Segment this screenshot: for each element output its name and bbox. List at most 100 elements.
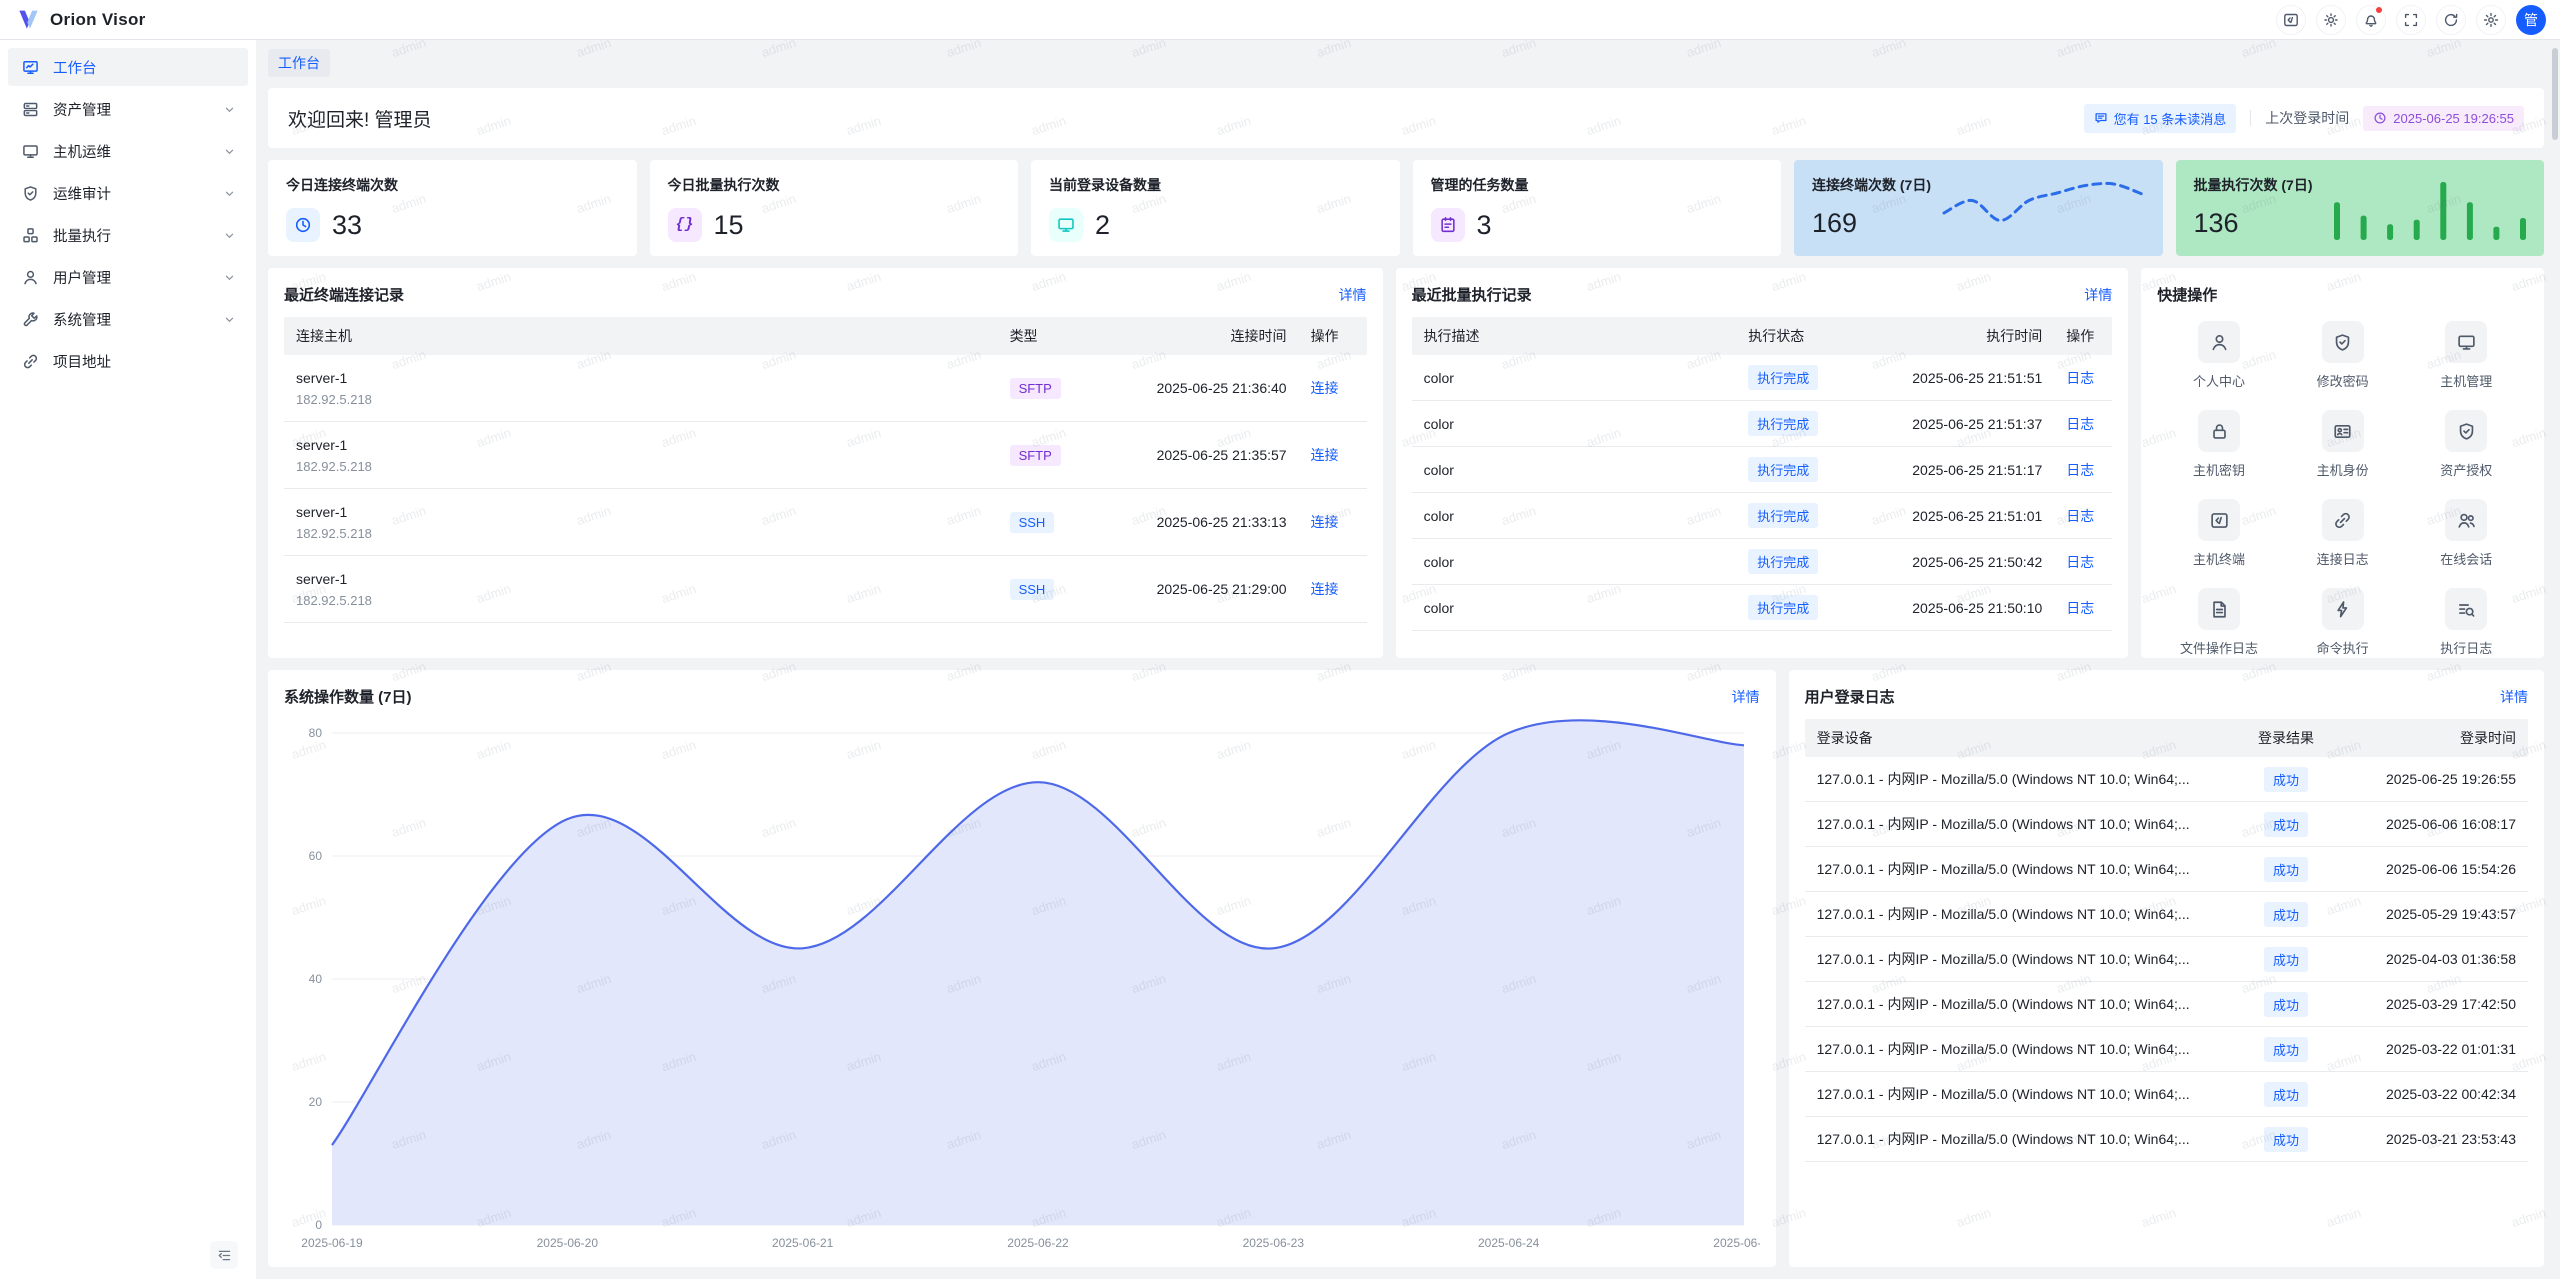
terminal-records-detail-link[interactable]: 详情 [1339,285,1367,305]
exec-time: 2025-06-25 21:51:17 [1854,462,2054,478]
settings-icon[interactable] [2476,5,2506,35]
exec-status-badge: 执行完成 [1748,457,1818,482]
svg-text:60: 60 [309,849,323,863]
exec-desc: color [1412,508,1737,524]
exec-status-badge: 执行完成 [1748,365,1818,390]
login-logs-card: 用户登录日志 详情 登录设备 登录结果 登录时间 127.0.0.1 - 内网I… [1789,670,2544,1267]
sidebar-item-project-url[interactable]: 项目地址 [8,342,248,380]
app-title: Orion Visor [50,10,146,30]
log-link[interactable]: 日志 [2066,554,2094,570]
chevron-down-icon [223,229,236,242]
login-log-row: 127.0.0.1 - 内网IP - Mozilla/5.0 (Windows … [1805,802,2528,847]
login-time: 2025-03-22 01:01:31 [2340,1041,2528,1057]
log-link[interactable]: 日志 [2066,508,2094,524]
sidebar-collapse-button[interactable] [210,1241,238,1269]
connect-link[interactable]: 连接 [1311,514,1339,530]
host-ip: 182.92.5.218 [296,593,986,608]
sidebar-item-workbench[interactable]: 工作台 [8,48,248,86]
orion-visor-app: Orion Visor [0,0,2560,1279]
quick-actions-card: 快捷操作 个人中心 修改密码 [2141,268,2544,658]
welcome-card: 欢迎回来! 管理员 您有 15 条未读消息 上次登录时间 2025-06-25 … [268,88,2544,148]
exec-desc: color [1412,554,1737,570]
welcome-meta: 您有 15 条未读消息 上次登录时间 2025-06-25 19:26:55 [2084,104,2524,133]
sidebar-item-label: 运维审计 [53,183,209,204]
sidebar-item-label: 批量执行 [53,225,209,246]
fullscreen-icon[interactable] [2396,5,2426,35]
exec-records-detail-link[interactable]: 详情 [2084,285,2112,305]
exec-status-badge: 执行完成 [1748,549,1818,574]
login-log-row: 127.0.0.1 - 内网IP - Mozilla/5.0 (Windows … [1805,982,2528,1027]
login-logs-detail-link[interactable]: 详情 [2500,687,2528,707]
quick-action-item[interactable]: 主机身份 [2281,410,2405,479]
login-device: 127.0.0.1 - 内网IP - Mozilla/5.0 (Windows … [1805,1084,2232,1104]
svg-text:2025-06-24: 2025-06-24 [1478,1236,1540,1250]
stat-batch-today: 今日批量执行次数 {} 15 [650,160,1019,256]
theme-icon[interactable] [2316,5,2346,35]
sidebar-item-batch-exec[interactable]: 批量执行 [8,216,248,254]
login-device: 127.0.0.1 - 内网IP - Mozilla/5.0 (Windows … [1805,769,2232,789]
exec-records-card: 最近批量执行记录 详情 执行描述 执行状态 执行时间 操作 color 执行完成… [1396,268,2129,658]
login-result-badge: 成功 [2264,992,2308,1017]
svg-text:2025-06-20: 2025-06-20 [537,1236,599,1250]
log-link[interactable]: 日志 [2066,600,2094,616]
login-time: 2025-06-06 16:08:17 [2340,816,2528,832]
connect-time: 2025-06-25 21:35:57 [1094,447,1299,463]
breadcrumb-workbench[interactable]: 工作台 [268,49,330,77]
host-name: server-1 [296,437,986,453]
ops-chart-detail-link[interactable]: 详情 [1732,687,1760,707]
code-icon[interactable] [2276,5,2306,35]
refresh-icon[interactable] [2436,5,2466,35]
quick-action-item[interactable]: 主机管理 [2404,321,2528,390]
log-link[interactable]: 日志 [2066,416,2094,432]
quick-action-item[interactable]: 在线会话 [2404,499,2528,568]
quick-action-item[interactable]: 连接日志 [2281,499,2405,568]
sidebar-item-users[interactable]: 用户管理 [8,258,248,296]
terminal-record-row: server-1 182.92.5.218 SSH 2025-06-25 21:… [284,489,1367,556]
exec-desc: color [1412,416,1737,432]
host-ip: 182.92.5.218 [296,459,986,474]
quick-action-item[interactable]: 个人中心 [2157,321,2281,390]
sidebar-item-audit[interactable]: 运维审计 [8,174,248,212]
sidebar-item-assets[interactable]: 资产管理 [8,90,248,128]
exec-record-row: color 执行完成 2025-06-25 21:50:42 日志 [1412,539,2113,585]
login-log-row: 127.0.0.1 - 内网IP - Mozilla/5.0 (Windows … [1805,1117,2528,1162]
log-link[interactable]: 日志 [2066,370,2094,386]
connect-link[interactable]: 连接 [1311,380,1339,396]
terminal-7d-sparkline [1940,174,2146,232]
protocol-badge: SFTP [1010,445,1061,466]
login-result-badge: 成功 [2264,947,2308,972]
scrollbar-thumb[interactable] [2552,48,2558,140]
exec-status-badge: 执行完成 [1748,503,1818,528]
login-result-badge: 成功 [2264,1127,2308,1152]
login-log-row: 127.0.0.1 - 内网IP - Mozilla/5.0 (Windows … [1805,937,2528,982]
sidebar-item-host-ops[interactable]: 主机运维 [8,132,248,170]
exec-desc: color [1412,600,1737,616]
quick-action-item[interactable]: 主机密钥 [2157,410,2281,479]
login-logs-header: 登录设备 登录结果 登录时间 [1805,719,2528,757]
connect-link[interactable]: 连接 [1311,581,1339,597]
connect-link[interactable]: 连接 [1311,447,1339,463]
last-login-label: 上次登录时间 [2265,108,2349,128]
exec-status-badge: 执行完成 [1748,411,1818,436]
quick-action-item[interactable]: 执行日志 [2404,588,2528,657]
exec-record-row: color 执行完成 2025-06-25 21:51:51 日志 [1412,355,2113,401]
sidebar-item-system[interactable]: 系统管理 [8,300,248,338]
stat-terminal-7d: 连接终端次数 (7日) 169 [1794,160,2163,256]
quick-action-item[interactable]: 修改密码 [2281,321,2405,390]
svg-text:2025-06-21: 2025-06-21 [772,1236,834,1250]
login-time: 2025-06-25 19:26:55 [2340,771,2528,787]
quick-action-item[interactable]: 资产授权 [2404,410,2528,479]
user-avatar[interactable]: 管 [2516,5,2546,35]
quick-action-item[interactable]: 主机终端 [2157,499,2281,568]
quick-action-item[interactable]: 命令执行 [2281,588,2405,657]
svg-text:2025-06-19: 2025-06-19 [301,1236,363,1250]
unread-messages-badge[interactable]: 您有 15 条未读消息 [2084,104,2237,133]
bell-icon[interactable] [2356,5,2386,35]
log-link[interactable]: 日志 [2066,462,2094,478]
terminal-records-header: 连接主机 类型 连接时间 操作 [284,317,1367,355]
quick-action-item[interactable]: 文件操作日志 [2157,588,2281,657]
terminal-record-row: server-1 182.92.5.218 SFTP 2025-06-25 21… [284,422,1367,489]
chevron-down-icon [223,103,236,116]
bottom-row: 系统操作数量 (7日) 详情 0204060802025-06-192025-0… [268,670,2544,1267]
sidebar: 工作台 资产管理 主机运维 运维审计 [0,40,256,1279]
